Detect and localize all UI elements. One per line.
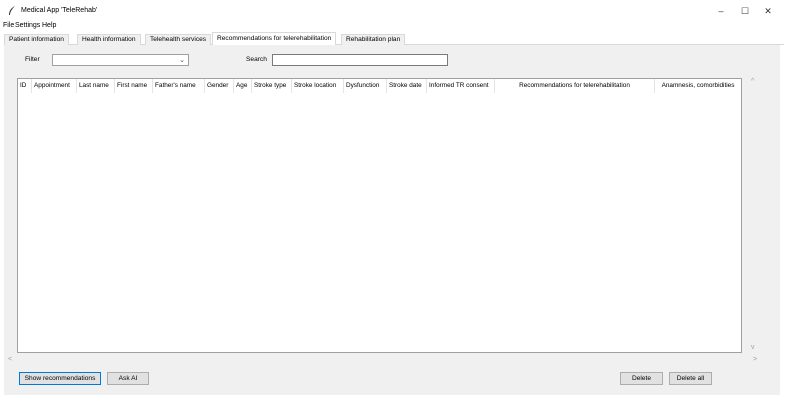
search-label: Search bbox=[246, 56, 267, 63]
menu-file[interactable]: File bbox=[3, 22, 14, 29]
filter-combobox[interactable]: ⌄ bbox=[52, 54, 189, 66]
tab-strip: Patient information Health information T… bbox=[4, 32, 784, 45]
column-header-dysfunction[interactable]: Dysfunction bbox=[344, 79, 387, 93]
delete-button[interactable]: Delete bbox=[620, 372, 663, 385]
menu-settings[interactable]: Settings bbox=[15, 22, 40, 29]
filter-label: Filter bbox=[25, 56, 40, 63]
scroll-up-icon[interactable]: ^ bbox=[751, 78, 754, 85]
tab-health-information[interactable]: Health information bbox=[77, 34, 141, 45]
feather-icon bbox=[9, 6, 15, 15]
show-recommendations-button[interactable]: Show recommendations bbox=[19, 372, 101, 385]
tab-patient-information[interactable]: Patient information bbox=[4, 34, 69, 45]
column-header-fathers-name[interactable]: Father's name bbox=[153, 79, 205, 93]
scroll-right-icon[interactable]: > bbox=[753, 356, 757, 363]
search-input[interactable] bbox=[272, 54, 448, 66]
column-header-stroke-date[interactable]: Stroke date bbox=[387, 79, 427, 93]
window-title: Medical App 'TeleRehab' bbox=[21, 7, 98, 14]
menu-help[interactable]: Help bbox=[42, 22, 56, 29]
recommendations-table[interactable]: ID Appointment Last name First name Fath… bbox=[17, 78, 742, 353]
column-header-recommendations[interactable]: Recommendations for telerehabilitation bbox=[495, 79, 655, 93]
column-header-gender[interactable]: Gender bbox=[205, 79, 234, 93]
column-header-appointment[interactable]: Appointment bbox=[32, 79, 77, 93]
column-header-last-name[interactable]: Last name bbox=[77, 79, 115, 93]
column-header-anamnesis[interactable]: Anamnesis, comorbidities bbox=[655, 79, 741, 93]
title-bar: Medical App 'TeleRehab' – ☐ ✕ bbox=[0, 0, 788, 22]
ask-ai-button[interactable]: Ask AI bbox=[107, 372, 149, 385]
delete-all-button[interactable]: Delete all bbox=[669, 372, 712, 385]
maximize-button[interactable]: ☐ bbox=[733, 4, 757, 18]
tab-rehabilitation-plan[interactable]: Rehabilitation plan bbox=[341, 34, 406, 45]
chevron-down-icon[interactable]: ⌄ bbox=[179, 55, 185, 66]
column-header-first-name[interactable]: First name bbox=[115, 79, 153, 93]
scroll-down-icon[interactable]: v bbox=[751, 344, 755, 351]
minimize-button[interactable]: – bbox=[709, 4, 733, 18]
table-header: ID Appointment Last name First name Fath… bbox=[18, 79, 741, 93]
close-button[interactable]: ✕ bbox=[756, 4, 780, 18]
tab-telehealth-services[interactable]: Telehealth services bbox=[145, 34, 212, 45]
column-header-age[interactable]: Age bbox=[234, 79, 252, 93]
column-header-id[interactable]: ID bbox=[18, 79, 32, 93]
tab-recommendations-telerehabilitation[interactable]: Recommendations for telerehabilitation bbox=[212, 32, 337, 45]
column-header-stroke-type[interactable]: Stroke type bbox=[252, 79, 292, 93]
column-header-stroke-location[interactable]: Stroke location bbox=[292, 79, 344, 93]
vertical-scrollbar[interactable]: ^ v bbox=[749, 78, 761, 356]
menu-bar: File Settings Help bbox=[0, 21, 788, 32]
scroll-left-icon[interactable]: < bbox=[8, 356, 12, 363]
column-header-informed-tr-consent[interactable]: Informed TR consent bbox=[427, 79, 495, 93]
